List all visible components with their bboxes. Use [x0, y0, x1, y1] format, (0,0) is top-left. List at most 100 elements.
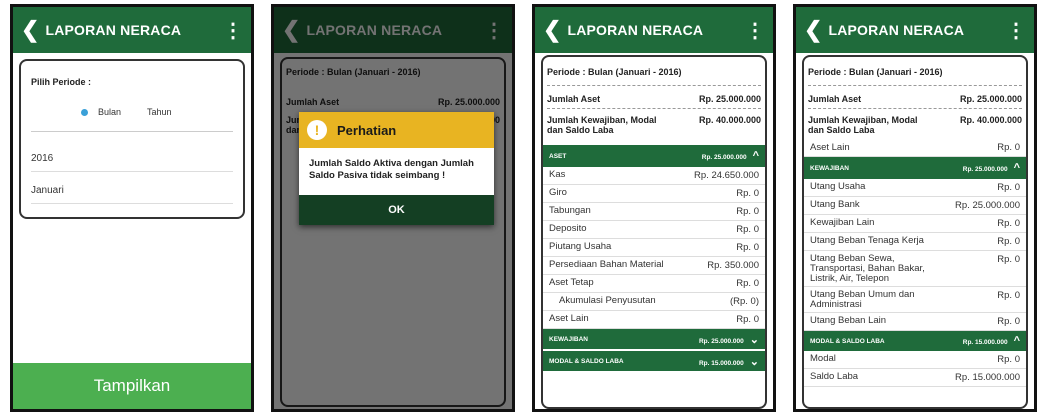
item-value: Rp. 0	[997, 354, 1020, 365]
item-label: Kewajiban Lain	[810, 217, 875, 228]
item-value: Rp. 0	[997, 182, 1020, 193]
list-item: Kas Rp. 24.650.000	[543, 167, 765, 185]
back-icon[interactable]: ❮	[543, 19, 561, 41]
item-value: Rp. 0	[736, 242, 759, 253]
item-label: Utang Beban Lain	[810, 315, 887, 326]
period-label: Pilih Periode :	[31, 77, 92, 87]
app-bar: ❮ LAPORAN NERACA ⋮	[13, 7, 251, 53]
chevron-down-icon: ⌄	[749, 333, 759, 346]
back-icon[interactable]: ❮	[21, 19, 39, 41]
modal-section-header[interactable]: MODAL & SALDO LABA Rp. 15.000.000 ^	[804, 331, 1026, 351]
chevron-up-icon: ^	[752, 150, 759, 162]
list-item: Utang Beban Tenaga Kerja Rp. 0	[804, 233, 1026, 251]
radio-tahun-label[interactable]: Tahun	[147, 107, 172, 117]
item-label: Utang Bank	[810, 199, 860, 210]
list-item: Akumulasi Penyusutan (Rp. 0)	[543, 293, 765, 311]
chevron-up-icon: ^	[1013, 335, 1020, 347]
month-field[interactable]: Januari	[31, 185, 233, 204]
list-item: Saldo Laba Rp. 15.000.000	[804, 369, 1026, 387]
dialog-title: Perhatian	[337, 122, 397, 138]
list-item: Persediaan Bahan Material Rp. 350.000	[543, 257, 765, 275]
warning-dialog: ! Perhatian Jumlah Saldo Aktiva dengan J…	[299, 112, 494, 225]
ok-button[interactable]: OK	[299, 194, 494, 225]
item-label: Modal	[810, 353, 836, 364]
item-value: Rp. 0	[736, 278, 759, 289]
kewajiban-total: Rp. 25.000.000	[962, 166, 1008, 173]
year-value: 2016	[31, 153, 54, 164]
list-item: Aset Tetap Rp. 0	[543, 275, 765, 293]
more-menu-icon[interactable]: ⋮	[745, 18, 765, 43]
kewajiban-total: Rp. 25.000.000	[698, 337, 744, 345]
item-value: Rp. 0	[736, 314, 759, 325]
item-value: Rp. 15.000.000	[955, 372, 1020, 383]
jumlah-kewajiban-label: Jumlah Kewajiban, Modal dan Saldo Laba	[808, 115, 918, 135]
jumlah-kewajiban-value: Rp. 40.000.000	[698, 115, 761, 125]
aset-total: Rp. 25.000.000	[701, 154, 747, 161]
modal-header: MODAL & SALDO LABA	[549, 357, 624, 365]
item-label: Deposito	[549, 223, 587, 234]
list-item: Aset Lain Rp. 0	[543, 311, 765, 329]
month-value: Januari	[31, 185, 64, 196]
kewajiban-header: KEWAJIBAN	[549, 335, 589, 343]
modal-total: Rp. 15.000.000	[698, 359, 744, 367]
more-menu-icon[interactable]: ⋮	[223, 18, 243, 43]
item-value: Rp. 0	[736, 224, 759, 235]
item-label: Utang Beban Umum dan Administrasi	[810, 289, 915, 310]
page-title: LAPORAN NERACA	[828, 22, 965, 38]
aset-section-header[interactable]: ASET Rp. 25.000.000 ^	[543, 145, 765, 167]
tampilkan-label: Tampilkan	[93, 376, 171, 395]
list-item: Piutang Usaha Rp. 0	[543, 239, 765, 257]
item-label: Giro	[549, 187, 567, 198]
item-label: Aset Lain	[549, 313, 589, 324]
kewajiban-section-header[interactable]: KEWAJIBAN Rp. 25.000.000 ⌄	[543, 329, 765, 349]
item-value: Rp. 0	[736, 188, 759, 199]
list-item: Utang Beban Sewa, Transportasi, Bahan Ba…	[804, 251, 1026, 287]
item-value: (Rp. 0)	[729, 296, 759, 307]
radio-bulan[interactable]	[81, 108, 88, 116]
dialog-message: Jumlah Saldo Aktiva dengan Jumlah Saldo …	[309, 158, 474, 182]
modal-total: Rp. 15.000.000	[962, 339, 1008, 346]
list-item: Utang Beban Umum dan Administrasi Rp. 0	[804, 287, 1026, 313]
tampilkan-button[interactable]: Tampilkan	[13, 363, 251, 409]
item-value: Rp. 0	[997, 290, 1020, 301]
item-value: Rp. 0	[997, 254, 1020, 265]
jumlah-aset-label: Jumlah Aset	[808, 94, 862, 104]
modal-header: MODAL & SALDO LABA	[810, 337, 885, 345]
phone-screen-kewajiban-expanded: ❮ LAPORAN NERACA ⋮ Periode : Bulan (Janu…	[793, 4, 1037, 412]
aset-list: Kas Rp. 24.650.000 Giro Rp. 0 Tabungan Rp. 0D…	[543, 167, 765, 329]
list-item: Giro Rp. 0	[543, 185, 765, 203]
list-item: Deposito Rp. 0	[543, 221, 765, 239]
kewajiban-section-header[interactable]: KEWAJIBAN Rp. 25.000.000 ^	[804, 157, 1026, 179]
item-value: Rp. 25.000.000	[955, 200, 1020, 211]
chevron-up-icon: ^	[1013, 162, 1020, 174]
item-label: Saldo Laba	[810, 371, 859, 382]
report-card: Periode : Bulan (Januari - 2016) Jumlah …	[541, 55, 767, 409]
jumlah-aset-label: Jumlah Aset	[547, 94, 601, 104]
list-item: Modal Rp. 0	[804, 351, 1026, 369]
chevron-down-icon: ⌄	[749, 355, 759, 368]
warning-icon: !	[307, 120, 327, 140]
modal-list: Modal Rp. 0 Saldo Laba Rp. 15.000.000	[804, 351, 1026, 387]
jumlah-aset-value: Rp. 25.000.000	[959, 94, 1022, 104]
periode-text: Periode : Bulan (Januari - 2016)	[547, 67, 682, 77]
item-label: Utang Beban Tenaga Kerja	[810, 235, 924, 246]
item-value: Rp. 0	[997, 316, 1020, 327]
item-value: Rp. 0	[997, 236, 1020, 247]
page-title: LAPORAN NERACA	[567, 22, 704, 38]
aset-lain-value: Rp. 0	[997, 142, 1020, 153]
phone-screen-select-period: ❮ LAPORAN NERACA ⋮ Pilih Periode : Bulan…	[10, 4, 254, 412]
list-item: Utang Usaha Rp. 0	[804, 179, 1026, 197]
item-value: Rp. 0	[736, 206, 759, 217]
list-item: Utang Beban Lain Rp. 0	[804, 313, 1026, 331]
more-menu-icon[interactable]: ⋮	[1006, 18, 1026, 43]
item-label: Piutang Usaha	[549, 241, 612, 252]
back-icon[interactable]: ❮	[804, 19, 822, 41]
jumlah-kewajiban-label: Jumlah Kewajiban, Modal dan Saldo Laba	[547, 115, 657, 135]
item-label: Akumulasi Penyusutan	[559, 295, 656, 306]
phone-screen-aset-expanded: ❮ LAPORAN NERACA ⋮ Periode : Bulan (Janu…	[532, 4, 776, 412]
jumlah-aset-value: Rp. 25.000.000	[698, 94, 761, 104]
list-item: Kewajiban Lain Rp. 0	[804, 215, 1026, 233]
list-item: Tabungan Rp. 0	[543, 203, 765, 221]
year-field[interactable]: 2016	[31, 153, 233, 172]
modal-section-header[interactable]: MODAL & SALDO LABA Rp. 15.000.000 ⌄	[543, 351, 765, 371]
